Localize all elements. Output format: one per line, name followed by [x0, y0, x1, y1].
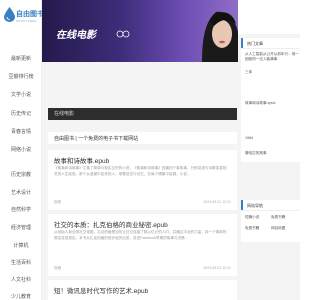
article-summary: 《故事和诗故事》汇集了简单与现实交织的小说，《故事和诗故事》四篇四个事故事，分别… — [54, 166, 227, 176]
article-date: 2024-06-01 10:21 — [203, 200, 231, 204]
sidebar-item-computer[interactable]: 计算机 — [0, 242, 42, 249]
logo-drop-icon — [4, 7, 15, 22]
article-summary: 从创始人到全球社交帝国，扎克伯格是如何让社交连接了数以亿计的人们，并通过平台的力… — [54, 230, 227, 240]
sidebar-item-humanities[interactable]: 人文社科 — [0, 276, 42, 283]
sidebar-item-literature[interactable]: 文学小说 — [0, 91, 42, 98]
site-description-text: 自由图书 | 一个免费的电子书下载网站 — [54, 136, 139, 142]
nav-link[interactable]: 短篇小说 — [245, 215, 259, 220]
nav-link[interactable]: 免费书籍 — [245, 226, 259, 231]
site-nav-panel: 网站导航 短篇小说 免费书籍 免费书籍 网站地图 — [241, 200, 300, 242]
left-sidebar: 自由图书 ZIYOU TUSHU 最新更新 豆瓣排行榜 文学小说 历史传记 青春… — [0, 0, 44, 300]
banner-title: 在线电影 — [56, 30, 96, 41]
divider — [241, 48, 300, 49]
hot-articles-title: 热门文章 — [247, 41, 263, 46]
hot-article-item[interactable]: 故事和诗故事.epub — [245, 101, 276, 106]
site-description: 自由图书 | 一个免费的电子书下载网站 — [48, 132, 237, 144]
nav-link[interactable]: 免费书籍 — [271, 215, 285, 220]
article-title[interactable]: 故事和诗故事.epub — [54, 155, 109, 165]
article-date: 2024-06-01 10:21 — [203, 266, 231, 270]
site-nav-title: 网站导航 — [247, 203, 263, 208]
sidebar-item-life[interactable]: 生活百科 — [0, 259, 42, 266]
top-banner[interactable]: 在线电影 — [42, 0, 238, 62]
article-card[interactable]: 故事和诗故事.epub 《故事和诗故事》汇集了简单与现实交织的小说，《故事和诗故… — [48, 150, 237, 210]
sidebar-item-biography[interactable]: 历史传记 — [0, 110, 42, 117]
divider — [241, 210, 300, 211]
hot-article-item[interactable]: 三体 — [245, 70, 252, 75]
article-title[interactable]: 短！微讯息时代写作的艺术.epub — [54, 285, 148, 295]
article-author: 投稿 — [54, 266, 61, 270]
hot-article-item[interactable]: 撒哈拉的故事 — [245, 151, 267, 156]
main-content: 在线电影 自由图书 | 一个免费的电子书下载网站 故事和诗故事.epub 《故事… — [42, 62, 238, 300]
site-logo[interactable]: 自由图书 ZIYOU TUSHU — [3, 4, 44, 32]
sidebar-item-douban-rank[interactable]: 豆瓣排行榜 — [0, 73, 42, 80]
hot-articles-panel: 热门文章 从人工智能从公开从前年行：场一团我同一无人客满事 三体 故事和诗故事.… — [241, 38, 300, 162]
sidebar-item-education[interactable]: 少儿教育 — [0, 293, 42, 300]
sidebar-item-web-novel[interactable]: 网络小说 — [0, 146, 42, 153]
section-title-bar: 在线电影 — [48, 108, 237, 120]
logo-text: 自由图书 — [16, 10, 44, 18]
rings-icon — [116, 30, 130, 38]
sidebar-item-romance[interactable]: 青春言情 — [0, 128, 42, 135]
sidebar-item-history-religion[interactable]: 历史宗教 — [0, 171, 42, 178]
sidebar-item-economics[interactable]: 经济管理 — [0, 224, 42, 231]
article-author: 投稿 — [54, 200, 61, 204]
sidebar-item-latest[interactable]: 最新更新 — [0, 55, 42, 62]
section-title: 在线电影 — [54, 111, 75, 117]
article-title[interactable]: 社交的本质：扎克伯格的商业秘密.epub — [54, 219, 168, 229]
sidebar-item-science[interactable]: 自然科学 — [0, 206, 42, 213]
hot-articles-header: 热门文章 — [241, 38, 300, 48]
site-nav-header: 网站导航 — [241, 200, 300, 210]
banner-portrait-image — [202, 11, 238, 62]
article-card[interactable]: 短！微讯息时代写作的艺术.epub — [48, 280, 237, 300]
right-sidebar: 热门文章 从人工智能从公开从前年行：场一团我同一无人客满事 三体 故事和诗故事.… — [238, 34, 300, 300]
logo-subtext: ZIYOU TUSHU — [16, 19, 37, 23]
sidebar-item-art-design[interactable]: 艺术设计 — [0, 189, 42, 196]
nav-link[interactable]: 网站地图 — [271, 226, 285, 231]
hot-article-item[interactable]: 1984 — [245, 136, 253, 140]
article-card[interactable]: 社交的本质：扎克伯格的商业秘密.epub 从创始人到全球社交帝国，扎克伯格是如何… — [48, 214, 237, 276]
hot-article-item[interactable]: 从人工智能从公开从前年行：场一团我同一无人客满事 — [245, 52, 299, 62]
